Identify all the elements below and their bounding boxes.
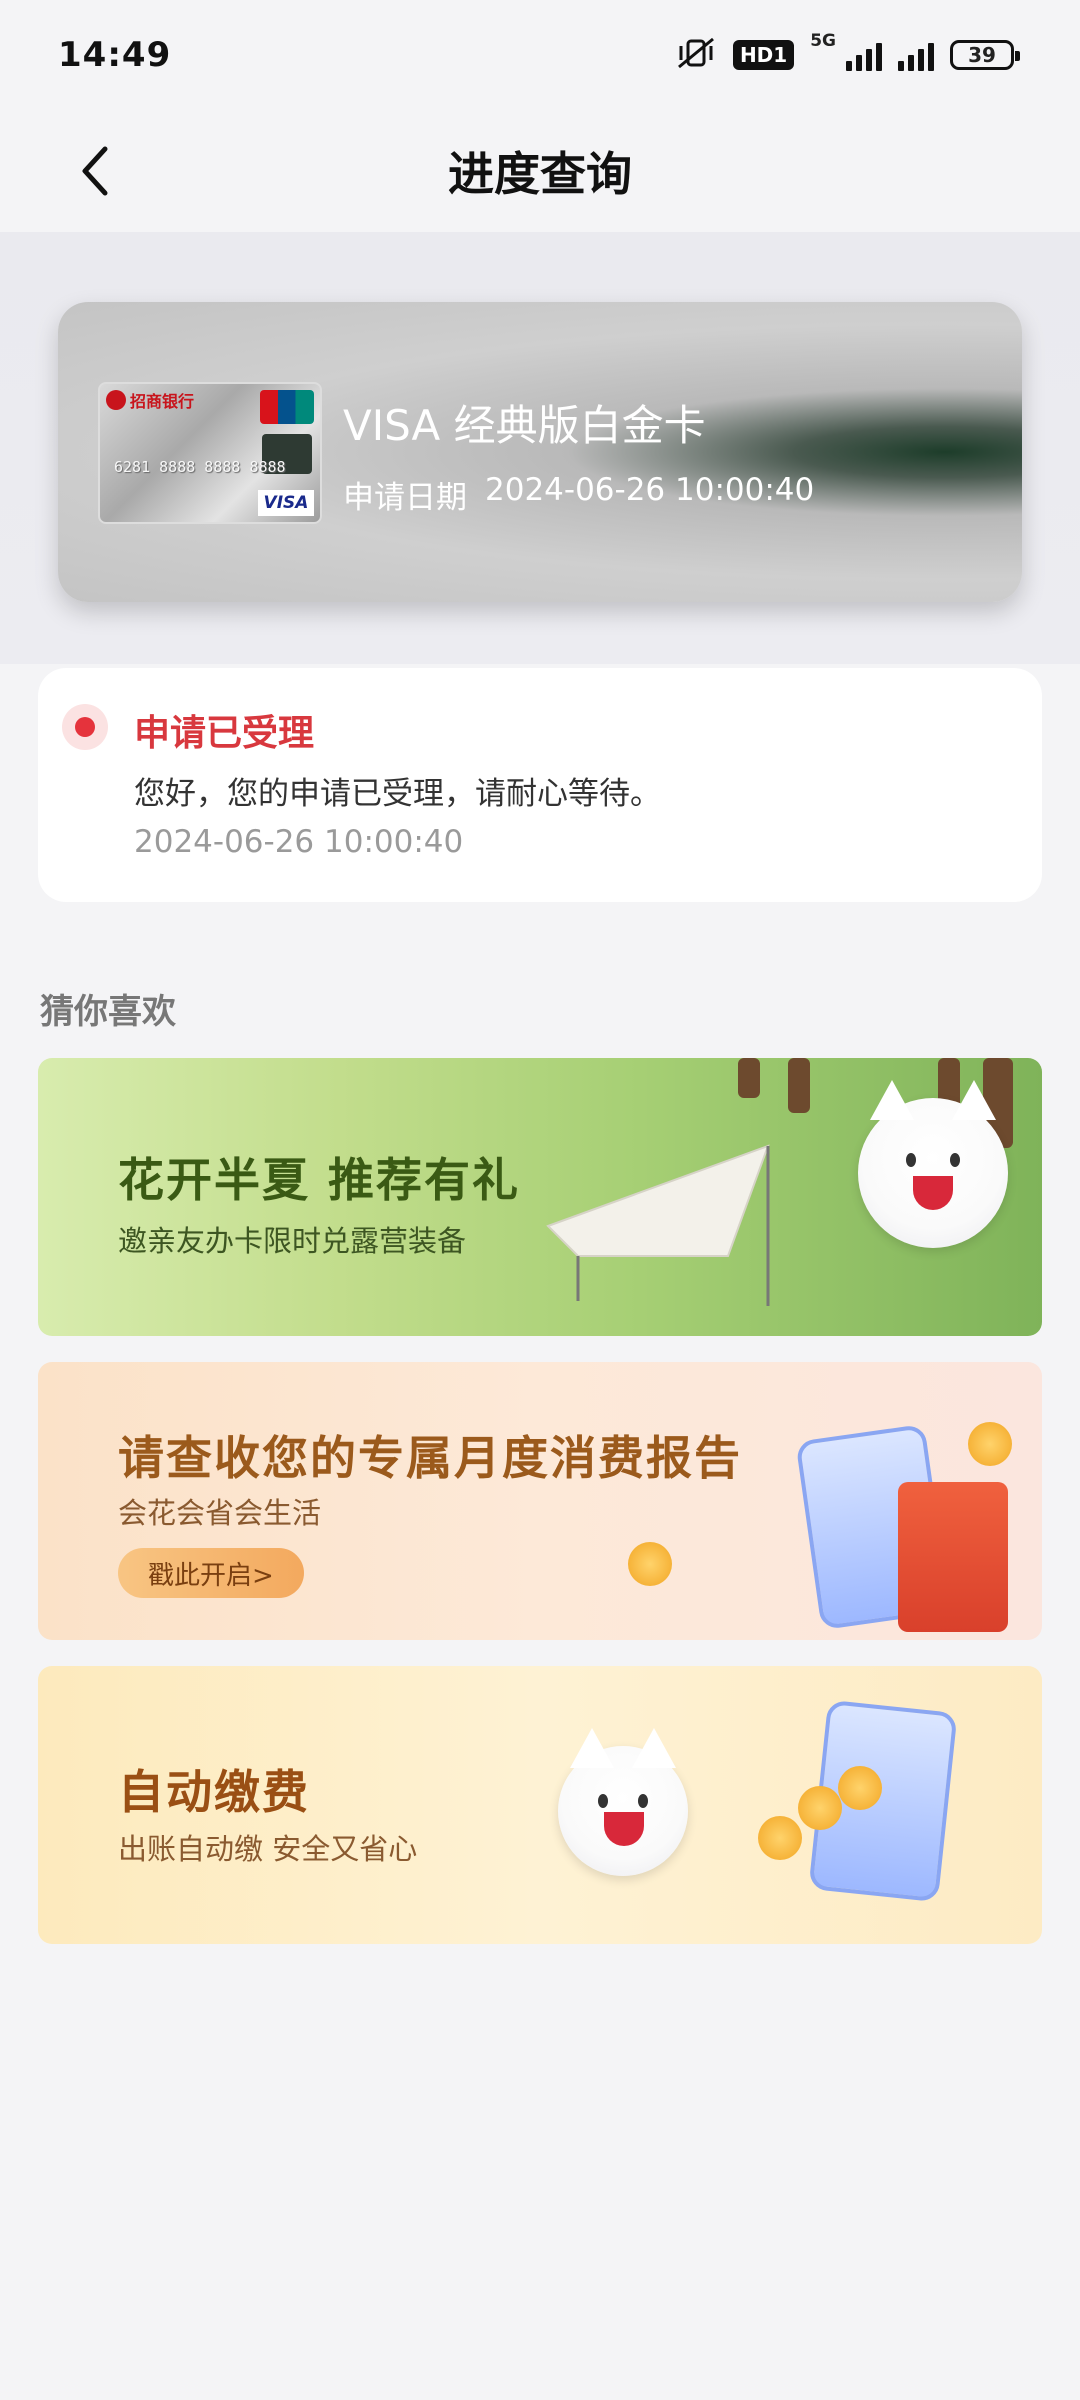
page-title: 进度查询 [448,147,632,201]
status-indicator-icon [62,704,108,750]
mute-vibrate-icon [675,35,717,75]
card-thumbnail: 招商银行 6281 8888 8888 8888 VISA [98,382,322,524]
coin-icon [758,1816,802,1860]
banner-headline: 自动缴费 [118,1765,310,1819]
open-report-button[interactable]: 戳此开启> [118,1548,304,1598]
tent-illustration [546,1144,770,1306]
status-timestamp: 2024-06-26 10:00:40 [134,824,464,860]
status-bar: 14:49 HD1 5G 39 [0,0,1080,110]
application-status-card: 申请已受理 您好，您的申请已受理，请耐心等待。 2024-06-26 10:00… [38,668,1042,902]
banner-subtitle: 会花会省会生活 [118,1496,322,1530]
status-time: 14:49 [58,35,172,75]
banner-headline: 请查收您的专属月度消费报告 [118,1431,742,1485]
bank-logo-icon [106,390,126,410]
battery-icon: 39 [950,40,1020,70]
mascot-cat-illustration [558,1728,688,1876]
red-packet-illustration [898,1482,1008,1632]
network-type-label: 5G [810,31,836,51]
back-button[interactable] [60,136,130,206]
banner-monthly-report[interactable]: 请查收您的专属月度消费报告 会花会省会生活 戳此开启> [38,1362,1042,1640]
banner-subtitle: 出账自动缴 安全又省心 [118,1832,418,1866]
thumb-card-number: 6281 8888 8888 8888 [114,458,286,476]
unionpay-logo-icon [260,390,314,424]
status-description: 您好，您的申请已受理，请耐心等待。 [134,776,661,812]
date-value: 2024-06-26 10:00:40 [485,472,815,508]
hd-badge: HD1 [732,40,795,70]
coin-icon [968,1422,1012,1466]
coin-icon [798,1786,842,1830]
card-application-date: 申请日期 2024-06-26 10:00:40 [343,472,814,517]
coin-icon [628,1542,672,1586]
battery-level: 39 [968,43,996,67]
signal-icon-1 [846,39,882,71]
signal-icon-2 [898,39,934,71]
chevron-left-icon [82,146,108,196]
date-label: 申请日期 [343,480,467,516]
thumb-bank-name: 招商银行 [130,392,195,411]
section-title: 猜你喜欢 [40,992,176,1032]
card-summary[interactable]: 招商银行 6281 8888 8888 8888 VISA VISA 经典版白金… [58,302,1022,602]
banner-subtitle: 邀亲友办卡限时兑露营装备 [118,1224,467,1258]
mascot-cat-illustration [858,1080,1008,1248]
banner-auto-pay[interactable]: 自动缴费 出账自动缴 安全又省心 [38,1666,1042,1944]
banner-headline: 花开半夏 推荐有礼 [118,1153,521,1207]
top-nav: 进度查询 [0,110,1080,232]
status-title: 申请已受理 [134,713,315,754]
tree-decoration [788,1058,810,1113]
card-name: VISA 经典版白金卡 [343,401,706,450]
visa-logo: VISA [258,490,314,516]
tree-decoration [738,1058,760,1098]
coin-icon [838,1766,882,1810]
banner-referral[interactable]: 花开半夏 推荐有礼 邀亲友办卡限时兑露营装备 [38,1058,1042,1336]
status-icons: HD1 5G 39 [675,31,1020,75]
